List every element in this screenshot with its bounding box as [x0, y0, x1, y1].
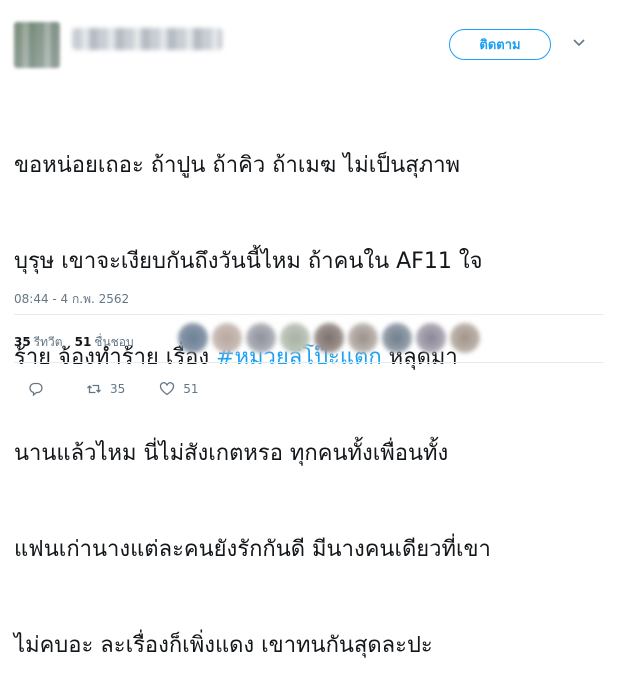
follow-button[interactable]: ติดตาม — [449, 29, 551, 60]
like-button[interactable]: 51 — [159, 381, 199, 397]
avatar[interactable] — [14, 22, 60, 68]
follow-button-label: ติดตาม — [479, 38, 521, 53]
heart-icon — [160, 382, 175, 396]
retweet-count: 35 — [110, 382, 126, 396]
tweet-line: ไม่คบอะ ละเรื่องก็เพิ่งแดง เขาทนกันสุดละ… — [14, 633, 433, 658]
engagement-stats: 35 รีทวีต 51 ชื่นชอบ — [14, 333, 134, 352]
tweet-line: ขอหน่อยเถอะ ถ้าปูน ถ้าคิว ถ้าเมฆ ไม่เป็น… — [14, 153, 461, 178]
reply-button[interactable] — [28, 381, 52, 397]
likes-count: 51 — [74, 335, 92, 349]
liker-avatar[interactable] — [280, 323, 310, 353]
liker-avatar[interactable] — [348, 323, 378, 353]
liker-avatar[interactable] — [246, 323, 276, 353]
tweet-line: บุรุษ เขาจะเงียบกันถึงวันนี้ไหม ถ้าคนใน … — [14, 249, 483, 274]
retweets-stat[interactable]: 35 รีทวีต — [14, 333, 63, 352]
tweet-actions: 35 51 — [28, 381, 233, 397]
liker-avatar[interactable] — [178, 323, 208, 353]
divider — [14, 362, 604, 363]
retweets-count: 35 — [14, 335, 31, 349]
author-name-blurred[interactable] — [72, 28, 222, 50]
liker-avatar[interactable] — [416, 323, 446, 353]
liker-avatar[interactable] — [212, 323, 242, 353]
liker-avatar[interactable] — [314, 323, 344, 353]
chevron-down-icon[interactable] — [571, 34, 587, 50]
liker-avatar[interactable] — [382, 323, 412, 353]
retweet-button[interactable]: 35 — [86, 381, 125, 397]
retweet-icon — [87, 384, 101, 394]
liker-avatar[interactable] — [450, 323, 480, 353]
likes-stat[interactable]: 51 ชื่นชอบ — [75, 333, 134, 352]
like-count: 51 — [183, 382, 199, 396]
divider — [14, 314, 604, 315]
tweet-line: แฟนเก่านางแต่ละคนยังรักกันดี มีนางคนเดีย… — [14, 537, 491, 562]
retweets-label: รีทวีต — [33, 335, 63, 349]
tweet-timestamp[interactable]: 08:44 - 4 ก.พ. 2562 — [14, 290, 129, 309]
reply-icon — [29, 382, 43, 397]
tweet-line: นานแล้วไหม นี่ไม่สังเกตหรอ ทุกคนทั้งเพื่… — [14, 441, 449, 466]
liker-avatars — [178, 323, 480, 353]
likes-label: ชื่นชอบ — [94, 335, 134, 349]
